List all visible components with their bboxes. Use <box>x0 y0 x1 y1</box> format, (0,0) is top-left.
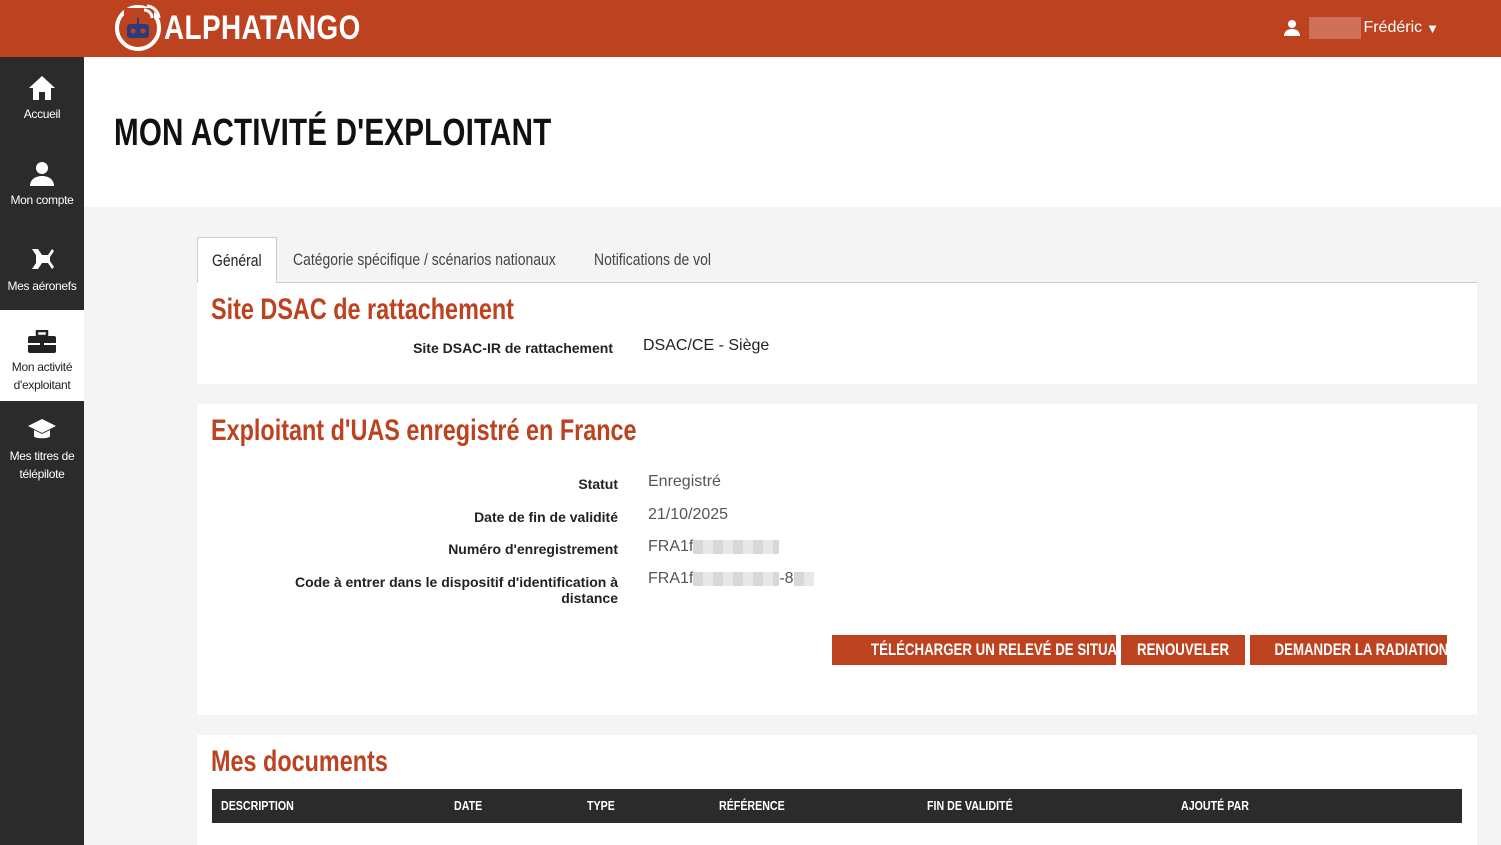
tab-general[interactable]: Général <box>197 237 277 284</box>
section-title: Site DSAC de rattachement <box>211 293 514 326</box>
request-radiation-button[interactable]: DEMANDER LA RADIATION <box>1250 635 1447 665</box>
redacted-name <box>1309 17 1362 39</box>
section-title: Mes documents <box>211 745 388 778</box>
home-icon <box>29 76 55 100</box>
top-bar: ALPHATANGO Frédéric ▼ <box>0 0 1501 57</box>
field-label: Code à entrer dans le dispositif d'ident… <box>294 574 618 606</box>
sidebar-item-mon-compte[interactable]: Mon compte <box>0 161 84 209</box>
sidebar-item-label: Mes titres de télépilote <box>9 449 75 481</box>
user-icon <box>30 162 54 186</box>
dsac-card: Site DSAC de rattachement Site DSAC-IR d… <box>197 283 1477 384</box>
field-label: Numéro d'enregistrement <box>448 541 618 557</box>
sidebar-item-mes-aeronefs[interactable]: Mes aéronefs <box>0 245 84 295</box>
documents-table-header: DESCRIPTION DATE TYPE RÉFÉRENCE FIN DE V… <box>212 789 1462 823</box>
sidebar-item-label: Mon activité d'exploitant <box>11 360 73 392</box>
drone-icon <box>32 249 54 269</box>
identification-code-value: FRA1f -8 <box>648 570 814 588</box>
tab-notifications-de-vol[interactable]: Notifications de vol <box>580 237 751 283</box>
column-header[interactable]: AJOUTÉ PAR <box>1181 789 1249 823</box>
user-icon <box>1284 20 1301 36</box>
redacted-text <box>793 571 814 586</box>
sidebar-item-label: Accueil <box>23 107 61 121</box>
field-value: DSAC/CE - Siège <box>643 337 770 354</box>
sidebar-item-accueil[interactable]: Accueil <box>0 75 84 123</box>
field-label: Date de fin de validité <box>474 509 618 525</box>
redacted-text <box>693 571 780 586</box>
column-header[interactable]: DATE <box>454 789 482 823</box>
exploitant-card: Exploitant d'UAS enregistré en France St… <box>197 404 1477 715</box>
field-label: Site DSAC-IR de rattachement <box>413 340 613 356</box>
section-title: Exploitant d'UAS enregistré en France <box>211 414 637 447</box>
renew-button[interactable]: RENOUVELER <box>1121 635 1245 665</box>
alphatango-logo[interactable]: ALPHATANGO <box>114 3 404 53</box>
registration-number-value: FRA1f <box>648 538 780 556</box>
user-name: Frédéric <box>1363 19 1423 36</box>
column-header[interactable]: DESCRIPTION <box>221 789 294 823</box>
page-header: MON ACTIVITÉ D'EXPLOITANT <box>84 57 1501 207</box>
tab-bar: Général Catégorie spécifique / scénarios… <box>197 237 1477 284</box>
logo-text: ALPHATANGO <box>164 8 361 47</box>
column-header[interactable]: TYPE <box>587 789 615 823</box>
status-value: Enregistré <box>648 473 721 490</box>
column-header[interactable]: RÉFÉRENCE <box>719 789 785 823</box>
sidebar-item-label: Mon compte <box>10 193 74 207</box>
sidebar: Accueil Mon compte Mes aéronefs Mon acti… <box>0 57 84 845</box>
drone-logo-icon <box>114 4 162 52</box>
graduation-cap-icon <box>28 419 56 439</box>
download-statement-button[interactable]: TÉLÉCHARGER UN RELEVÉ DE SITUATION <box>832 635 1116 665</box>
briefcase-icon <box>28 330 56 353</box>
redacted-text <box>693 539 780 554</box>
sidebar-item-mon-activite[interactable]: Mon activité d'exploitant <box>0 310 84 401</box>
validity-date-value: 21/10/2025 <box>648 506 729 523</box>
column-header[interactable]: FIN DE VALIDITÉ <box>927 789 1013 823</box>
sidebar-item-mes-titres[interactable]: Mes titres de télépilote <box>0 417 84 483</box>
chevron-down-icon: ▼ <box>1426 20 1439 36</box>
page-title: MON ACTIVITÉ D'EXPLOITANT <box>114 112 552 154</box>
field-label: Statut <box>578 476 618 492</box>
tab-categorie-specifique[interactable]: Catégorie spécifique / scénarios nationa… <box>279 237 627 283</box>
user-menu[interactable]: Frédéric ▼ <box>1283 17 1439 39</box>
sidebar-item-label: Mes aéronefs <box>7 279 77 293</box>
